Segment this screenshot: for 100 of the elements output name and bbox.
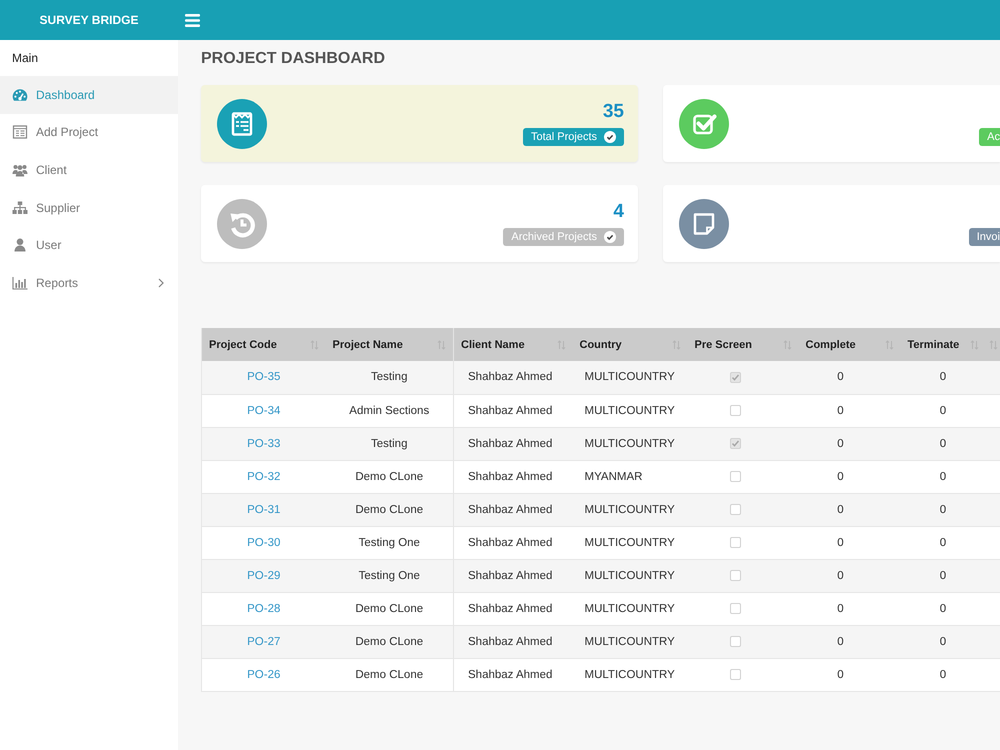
- table-cell: 0: [798, 427, 900, 460]
- column-header[interactable]: Country: [572, 328, 688, 361]
- stat-label: Archived Projects: [511, 230, 597, 242]
- sitemap-icon: [12, 200, 28, 215]
- checkbox[interactable]: [730, 470, 741, 482]
- gauge-icon: [12, 88, 28, 102]
- sidebar-item[interactable]: Supplier: [0, 188, 178, 226]
- table-cell: 0: [900, 559, 986, 592]
- project-link[interactable]: PO-30: [247, 536, 280, 548]
- project-link[interactable]: PO-26: [247, 668, 280, 680]
- menu-icon[interactable]: [185, 14, 200, 26]
- table-cell: Shahbaz Ahmed: [454, 658, 572, 691]
- table-cell: Shahbaz Ahmed: [454, 394, 572, 427]
- column-header[interactable]: Pre Screen: [688, 328, 798, 361]
- table-cell: Shahbaz Ahmed: [454, 625, 572, 658]
- table-cell: Shahbaz Ahmed: [454, 460, 572, 493]
- project-link[interactable]: PO-35: [247, 371, 280, 384]
- project-link[interactable]: PO-32: [247, 470, 280, 482]
- table-cell: Testing One: [326, 559, 454, 592]
- table-cell: MULTICOUNTRY: [572, 427, 688, 460]
- table-cell: MULTICOUNTRY: [572, 361, 688, 394]
- table-cell: Shahbaz Ahmed: [454, 592, 572, 625]
- table-cell: 0: [900, 625, 986, 658]
- table-cell: 0: [900, 361, 986, 394]
- table-cell: Shahbaz Ahmed: [454, 361, 572, 394]
- stat-label: Invoi: [976, 230, 1000, 242]
- table-cell: MULTICOUNTRY: [572, 658, 688, 691]
- table-cell: 0: [798, 559, 900, 592]
- table-cell: Shahbaz Ahmed: [454, 559, 572, 592]
- column-header[interactable]: Terminate: [900, 328, 986, 361]
- table-cell: 0: [900, 394, 986, 427]
- table-cell: MULTICOUNTRY: [572, 625, 688, 658]
- checkbox[interactable]: [730, 536, 741, 548]
- stat-label: Total Projects: [530, 130, 597, 142]
- table-cell: 0: [798, 625, 900, 658]
- project-link[interactable]: PO-28: [247, 602, 280, 614]
- table-cell: 0: [798, 361, 900, 394]
- column-header[interactable]: [986, 328, 1000, 361]
- table-cell: 0: [900, 493, 986, 526]
- checkbox[interactable]: [730, 372, 741, 383]
- sidebar-item[interactable]: User: [0, 226, 178, 264]
- table-cell: 0: [798, 658, 900, 691]
- table-cell: MULTICOUNTRY: [572, 394, 688, 427]
- table-cell: MULTICOUNTRY: [572, 592, 688, 625]
- table-cell: Testing One: [326, 526, 454, 559]
- sidebar-item[interactable]: Dashboard: [0, 76, 178, 114]
- table-cell: MULTICOUNTRY: [572, 559, 688, 592]
- checkbox[interactable]: [730, 570, 741, 581]
- table-cell: Testing: [326, 361, 454, 394]
- checkbox[interactable]: [730, 404, 741, 416]
- project-link[interactable]: PO-33: [247, 438, 280, 450]
- table-cell: 0: [798, 460, 900, 493]
- stat-label: Ac: [987, 130, 1000, 142]
- stat-count: 35: [602, 102, 624, 122]
- table-cell: Shahbaz Ahmed: [454, 427, 572, 460]
- bar-chart-icon: [12, 276, 28, 290]
- checkbox[interactable]: [730, 504, 741, 515]
- table-cell: MULTICOUNTRY: [572, 493, 688, 526]
- checkbox[interactable]: [730, 636, 741, 647]
- table-cell: Demo CLone: [326, 460, 454, 493]
- chevron-right-icon: [158, 278, 164, 288]
- checkbox[interactable]: [730, 438, 741, 449]
- table-cell: Admin Sections: [326, 394, 454, 427]
- table-cell: 0: [900, 460, 986, 493]
- table-cell: Demo CLone: [326, 625, 454, 658]
- table-cell: MULTICOUNTRY: [572, 526, 688, 559]
- project-link[interactable]: PO-31: [247, 504, 280, 516]
- table-cell: Testing: [326, 427, 454, 460]
- column-header[interactable]: Project Name: [326, 328, 454, 361]
- sidebar-item[interactable]: Add Project: [0, 114, 178, 152]
- column-header[interactable]: Complete: [798, 328, 900, 361]
- column-header[interactable]: Client Name: [454, 328, 572, 361]
- brand-name: SURVEY BRIDGE: [38, 13, 140, 27]
- page-title: PROJECT DASHBOARD: [201, 50, 386, 68]
- table-cell: 0: [900, 526, 986, 559]
- table-cell: 0: [798, 592, 900, 625]
- table-cell: Shahbaz Ahmed: [454, 493, 572, 526]
- table-cell: Demo CLone: [326, 658, 454, 691]
- checkbox[interactable]: [730, 602, 741, 614]
- sidebar-section-label: Main: [11, 50, 40, 67]
- table-cell: 0: [798, 526, 900, 559]
- table-cell: Demo CLone: [326, 592, 454, 625]
- table-cell: Shahbaz Ahmed: [454, 526, 572, 559]
- sidebar-item[interactable]: Reports: [0, 264, 178, 302]
- users-icon: [12, 162, 28, 177]
- stat-count: 4: [613, 202, 624, 222]
- form-icon: [12, 125, 28, 140]
- column-header[interactable]: Project Code: [202, 328, 326, 361]
- table-cell: 0: [798, 394, 900, 427]
- project-link[interactable]: PO-27: [247, 636, 280, 648]
- table-cell: MYANMAR: [572, 460, 688, 493]
- table-cell: 0: [798, 493, 900, 526]
- project-link[interactable]: PO-34: [247, 404, 280, 416]
- table-cell: 0: [900, 592, 986, 625]
- table-cell: 0: [900, 658, 986, 691]
- table-cell: 0: [900, 427, 986, 460]
- table-cell: Demo CLone: [326, 493, 454, 526]
- sidebar-item[interactable]: Client: [0, 151, 178, 189]
- project-link[interactable]: PO-29: [247, 570, 280, 582]
- checkbox[interactable]: [730, 668, 741, 680]
